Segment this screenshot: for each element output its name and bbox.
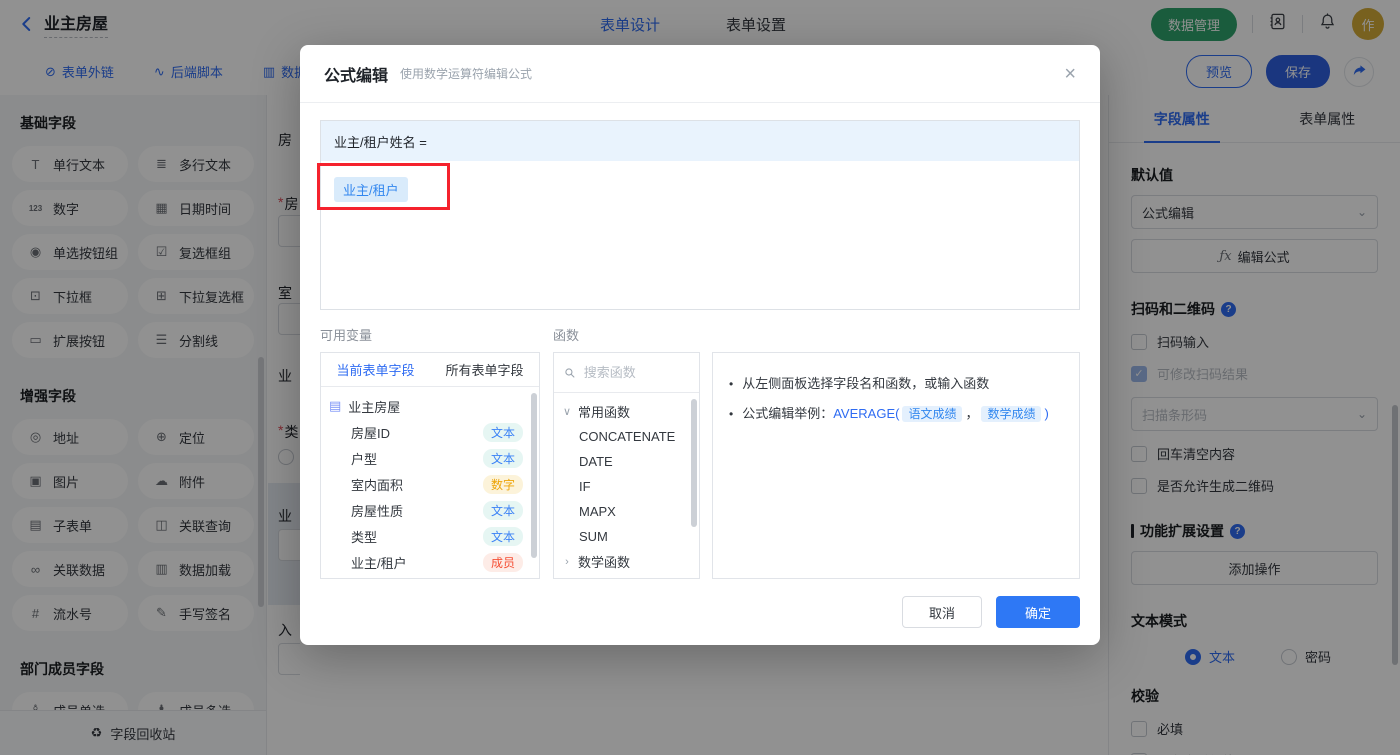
- panels-row: 当前表单字段 所有表单字段 ▤ 业主房屋 房屋ID 文本 户型 文本 室内面积 数字 …: [320, 344, 1080, 579]
- function-group-common[interactable]: ∨ 常用函数: [558, 399, 695, 424]
- function-item[interactable]: MAPX: [558, 499, 695, 524]
- formula-editor-area[interactable]: 业主/租户: [321, 161, 1079, 218]
- formula-target-bar: 业主/租户姓名 =: [321, 121, 1079, 161]
- type-tag: 文本: [482, 422, 523, 442]
- functions-label: 函数: [553, 328, 580, 343]
- variables-tree: ▤ 业主房屋 房屋ID 文本 户型 文本 室内面积 数字 房屋性质 文本 类型 文本 业主…: [321, 387, 539, 578]
- tree-root-form[interactable]: ▤ 业主房屋: [329, 393, 531, 419]
- functions-tree: ∨ 常用函数 CONCATENATE DATE IF MAPX SUM › 数学…: [554, 393, 699, 578]
- help-label-spacer: [712, 325, 1080, 344]
- example-chip-chinese: 语文成绩: [902, 406, 963, 422]
- function-item[interactable]: SUM: [558, 524, 695, 549]
- example-chip-math: 数学成绩: [981, 406, 1042, 422]
- formula-field-chip[interactable]: 业主/租户: [334, 177, 408, 202]
- variable-row[interactable]: 室内面积 数字: [329, 471, 531, 497]
- panel-labels-row: 可用变量 函数: [320, 310, 1080, 344]
- formula-box: 业主/租户姓名 = 业主/租户: [320, 120, 1080, 310]
- modal-body: 业主/租户姓名 = 业主/租户 可用变量 函数 当前表单字段 所有表单字段 ▤ …: [300, 103, 1100, 628]
- chevron-expanded-icon: ∨: [562, 406, 572, 418]
- help-line-1: • 从左侧面板选择字段名和函数，或输入函数: [729, 373, 1063, 395]
- variable-row[interactable]: 房屋ID 文本: [329, 419, 531, 445]
- variable-row[interactable]: 房屋性质 文本: [329, 497, 531, 523]
- type-tag: 文本: [482, 526, 523, 546]
- bullet-icon: •: [729, 407, 734, 421]
- variables-label: 可用变量: [320, 328, 373, 343]
- variables-scrollbar[interactable]: [531, 393, 537, 558]
- modal-title: 公式编辑: [324, 67, 389, 85]
- cancel-button[interactable]: 取消: [902, 596, 982, 628]
- variables-tabs: 当前表单字段 所有表单字段: [321, 353, 539, 387]
- function-search-input[interactable]: [583, 365, 689, 380]
- function-group-math[interactable]: › 数学函数: [558, 549, 695, 574]
- function-item[interactable]: IF: [558, 474, 695, 499]
- function-group-text[interactable]: › 文本函数: [558, 574, 695, 578]
- type-tag: 数字: [482, 474, 523, 494]
- type-tag: 成员: [482, 552, 523, 572]
- bullet-icon: •: [729, 377, 734, 391]
- modal-header: 公式编辑 使用数学运算符编辑公式 ×: [300, 45, 1100, 103]
- modal-footer: 取消 确定: [320, 596, 1080, 628]
- help-panel: • 从左侧面板选择字段名和函数，或输入函数 • 公式编辑举例：AVERAGE(语…: [712, 352, 1080, 579]
- example-function: AVERAGE(: [833, 406, 900, 421]
- function-item[interactable]: CONCATENATE: [558, 424, 695, 449]
- tab-all-form-fields[interactable]: 所有表单字段: [430, 353, 539, 386]
- functions-scrollbar[interactable]: [691, 399, 697, 527]
- modal-subtitle: 使用数学运算符编辑公式: [400, 67, 533, 81]
- search-icon: [565, 367, 575, 378]
- functions-panel: ∨ 常用函数 CONCATENATE DATE IF MAPX SUM › 数学…: [553, 352, 700, 579]
- help-line-2: • 公式编辑举例：AVERAGE(语文成绩，数学成绩): [729, 403, 1063, 425]
- function-item[interactable]: DATE: [558, 449, 695, 474]
- variables-panel: 当前表单字段 所有表单字段 ▤ 业主房屋 房屋ID 文本 户型 文本 室内面积 数字 …: [320, 352, 540, 579]
- chevron-right-icon: ›: [565, 555, 569, 568]
- type-tag: 文本: [482, 500, 523, 520]
- variable-row[interactable]: 类型 文本: [329, 523, 531, 549]
- confirm-button[interactable]: 确定: [996, 596, 1080, 628]
- formula-editor-modal: 公式编辑 使用数学运算符编辑公式 × 业主/租户姓名 = 业主/租户 可用变量 …: [300, 45, 1100, 645]
- type-tag: 文本: [482, 448, 523, 468]
- document-icon: ▤: [329, 398, 342, 413]
- close-icon[interactable]: ×: [1064, 64, 1076, 84]
- function-search: [554, 353, 699, 393]
- form-designer-app: 业主房屋 表单设计 表单设置 数据管理 作 ⊘ 表单外链 ∿ 后端脚本 ▥ 预览…: [0, 0, 1400, 755]
- variable-row[interactable]: 业主/租户 成员: [329, 549, 531, 575]
- tab-current-form-fields[interactable]: 当前表单字段: [321, 353, 430, 386]
- variable-row[interactable]: 户型 文本: [329, 445, 531, 471]
